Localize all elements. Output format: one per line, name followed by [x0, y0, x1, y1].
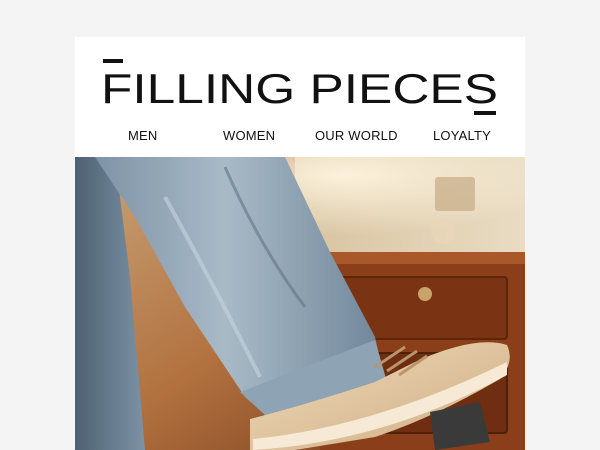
nav-item-loyalty[interactable]: LOYALTY	[433, 128, 491, 143]
frame-object	[435, 177, 475, 211]
brand-logo[interactable]: FILLING PIECES	[75, 59, 525, 119]
main-nav: MEN WOMEN OUR WORLD LOYALTY	[75, 128, 525, 146]
nav-item-women[interactable]: WOMEN	[223, 128, 275, 143]
dresser-top	[320, 252, 525, 264]
email-container: FILLING PIECES MEN WOMEN OUR WORLD LOYAL…	[75, 37, 525, 450]
logo-overline-f	[103, 59, 123, 63]
nav-item-men[interactable]: MEN	[128, 128, 158, 143]
lamp-object	[431, 220, 455, 244]
hero-image[interactable]	[75, 157, 525, 450]
logo-wordmark: FILLING PIECES	[101, 65, 498, 112]
hero-photo	[75, 157, 525, 450]
filling-pieces-logo: FILLING PIECES	[101, 59, 498, 115]
nav-item-our-world[interactable]: OUR WORLD	[315, 128, 398, 143]
drawer-knob	[418, 287, 432, 301]
